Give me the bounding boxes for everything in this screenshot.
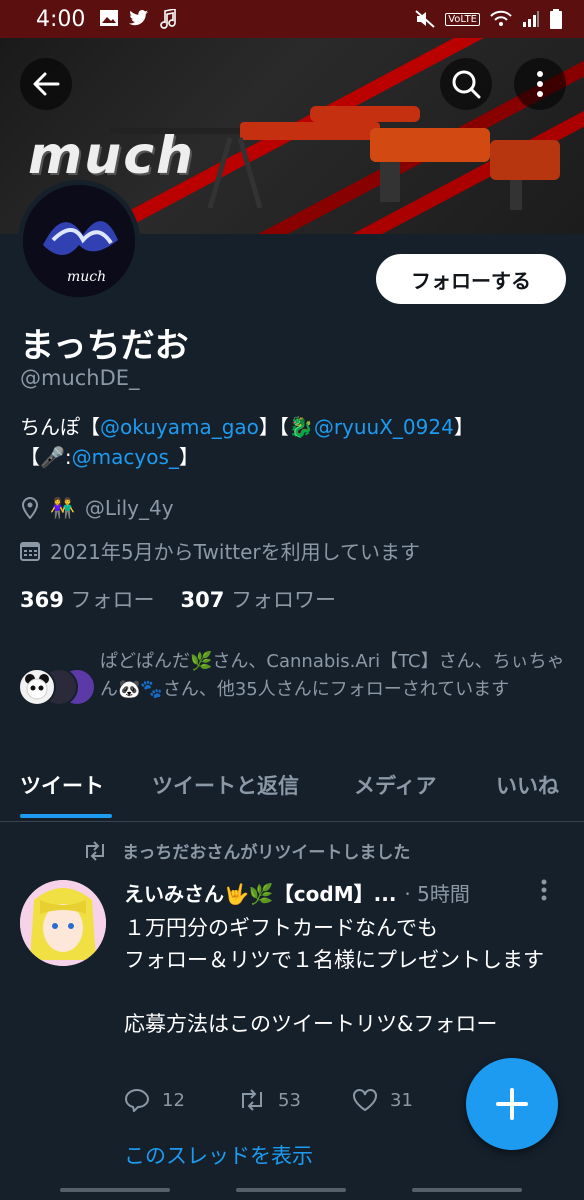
reply-button[interactable]: 12 bbox=[124, 1088, 238, 1112]
retweet-count: 53 bbox=[278, 1089, 301, 1111]
location-icon bbox=[21, 497, 39, 519]
search-button[interactable] bbox=[440, 58, 492, 110]
like-count: 31 bbox=[390, 1089, 413, 1111]
panda-icon bbox=[25, 674, 49, 700]
nav-segment bbox=[412, 1188, 522, 1192]
tweet-more-button[interactable] bbox=[540, 878, 548, 908]
wifi-icon bbox=[490, 10, 512, 26]
bio-emoji: 🐉 bbox=[288, 415, 314, 439]
more-vertical-icon bbox=[541, 879, 547, 901]
bio-line-2: 【🎤:@macyos_】 bbox=[20, 445, 199, 469]
tweet-actions: 12 53 31 bbox=[124, 1088, 466, 1112]
volte-badge: VoLTE bbox=[445, 12, 480, 26]
profile-name: まっちだお bbox=[20, 326, 189, 366]
retweet-note: まっちだおさんがリツイートしました bbox=[82, 838, 410, 863]
tab-tweets-and-replies[interactable]: ツイートと返信 bbox=[152, 770, 299, 800]
tweet-time[interactable]: · 5時間 bbox=[404, 878, 469, 907]
retweet-icon bbox=[86, 840, 104, 861]
calendar-icon bbox=[20, 541, 40, 561]
followed-by-text: ぱどぱんだ🌿さん、Cannabis.Ari【TC】さん、ちぃちゃん🐼🐾さん、他3… bbox=[100, 651, 565, 700]
profile-avatar[interactable]: much bbox=[18, 180, 140, 302]
gallery-icon bbox=[100, 10, 119, 26]
profile-location: 👫 @Lily_4y bbox=[20, 496, 174, 520]
tweet-header: えいみさん🤟🌿【codM】... · 5時間 bbox=[124, 878, 564, 907]
following-link[interactable]: 369 フォロー bbox=[20, 584, 155, 614]
bio-line-1: ちんぽ【@okuyama_gao】【🐉@ryuuX_0924】 bbox=[20, 415, 474, 439]
back-arrow-icon bbox=[33, 72, 60, 96]
retweet-button[interactable]: 53 bbox=[238, 1088, 352, 1112]
reply-icon bbox=[124, 1088, 150, 1112]
avatar-image: much bbox=[23, 185, 135, 297]
like-button[interactable]: 31 bbox=[352, 1088, 466, 1112]
compose-tweet-button[interactable] bbox=[466, 1058, 558, 1150]
location-text: @Lily_4y bbox=[84, 496, 174, 520]
retweet-icon bbox=[242, 1089, 262, 1111]
mute-icon bbox=[415, 10, 435, 28]
tab-likes[interactable]: いいね bbox=[496, 770, 559, 800]
profile-handle: @muchDE_ bbox=[20, 366, 140, 390]
followers-link[interactable]: 307 フォロワー bbox=[181, 584, 337, 614]
bio-mention-link[interactable]: @ryuuX_0924 bbox=[314, 415, 454, 439]
rifle-graphic bbox=[110, 106, 560, 210]
followed-by-section[interactable]: ぱどぱんだ🌿さん、Cannabis.Ari【TC】さん、ちぃちゃん🐼🐾さん、他3… bbox=[14, 648, 574, 732]
twitter-notif-icon bbox=[129, 10, 149, 26]
profile-bio: ちんぽ【@okuyama_gao】【🐉@ryuuX_0924】 【🎤:@macy… bbox=[20, 412, 560, 472]
back-button[interactable] bbox=[20, 58, 72, 110]
search-icon bbox=[452, 70, 481, 99]
profile-tabs: ツイート ツイートと返信 メディア いいね bbox=[0, 752, 584, 822]
avatar-image bbox=[20, 880, 106, 966]
tweet-text[interactable]: １万円分のギフトカードなんでも フォロー＆リツで１名様にプレゼントします 応募方… bbox=[124, 912, 564, 1040]
bio-mention-link[interactable]: @okuyama_gao bbox=[100, 415, 259, 439]
bio-emoji: 🎤 bbox=[40, 445, 65, 469]
plus-icon bbox=[496, 1088, 528, 1120]
system-nav-bar bbox=[0, 1182, 584, 1200]
more-vertical-icon bbox=[537, 71, 543, 97]
signal-icon bbox=[523, 11, 539, 27]
like-icon bbox=[353, 1089, 377, 1112]
profile-joined: 2021年5月からTwitterを利用しています bbox=[20, 536, 420, 565]
svg-text:much: much bbox=[67, 269, 106, 285]
follower-avatar bbox=[18, 668, 56, 706]
tab-media[interactable]: メディア bbox=[354, 770, 437, 800]
nav-segment bbox=[236, 1188, 346, 1192]
nav-segment bbox=[60, 1188, 170, 1192]
tab-tweets[interactable]: ツイート bbox=[20, 770, 104, 800]
status-bar: 4:00 VoLTE bbox=[0, 0, 584, 38]
follow-button[interactable]: フォローする bbox=[376, 254, 566, 304]
more-button[interactable] bbox=[514, 58, 566, 110]
joined-text: 2021年5月からTwitterを利用しています bbox=[50, 540, 421, 564]
reply-count: 12 bbox=[162, 1089, 185, 1111]
battery-icon bbox=[550, 9, 562, 29]
bio-mention-link[interactable]: @macyos_ bbox=[72, 445, 179, 469]
show-thread-link[interactable]: このスレッドを表示 bbox=[124, 1140, 313, 1170]
music-icon bbox=[160, 9, 177, 29]
tweet-author-name[interactable]: えいみさん🤟🌿【codM】... bbox=[124, 878, 396, 907]
active-tab-indicator bbox=[20, 814, 112, 818]
follow-counts: 369 フォロー 307 フォロワー bbox=[20, 584, 336, 614]
tweet-author-avatar[interactable] bbox=[20, 880, 106, 966]
status-time: 4:00 bbox=[36, 6, 86, 32]
